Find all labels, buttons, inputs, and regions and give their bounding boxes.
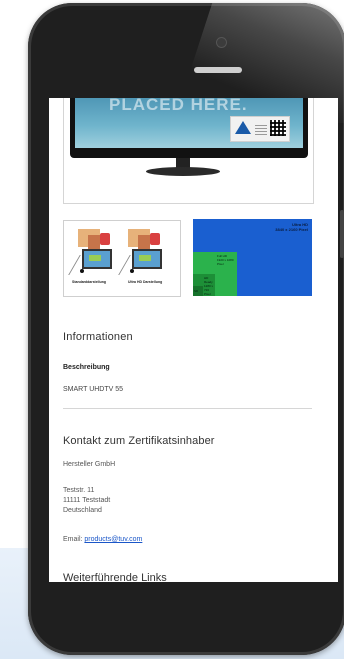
house-icon [138, 235, 150, 249]
thumbnail-resolution-chart[interactable]: Ultra HD 3840 x 2160 Pixel Full HD 1920 … [193, 219, 312, 296]
front-camera [217, 38, 226, 47]
uhd-label: Ultra HD 3840 x 2160 Pixel [275, 222, 308, 232]
email-label: Email: [63, 536, 85, 543]
product-image[interactable]: PLACED HERE. [63, 98, 314, 204]
house-icon [88, 235, 100, 249]
full-hd-label: Full HD 1920 x 1080 Pixel [217, 254, 237, 266]
monitor-stand-base [146, 167, 220, 176]
qr-code-icon [270, 120, 286, 136]
address-city: 11111 Teststadt [63, 497, 111, 504]
badge-lines [255, 123, 267, 135]
sd-block: SD [193, 286, 203, 296]
thumbnail-display-comparison[interactable]: Standarddarstellung Ultra HD Darstellung [63, 220, 181, 297]
section-heading-weiterfuehrende-links: Weiterführende Links [63, 572, 167, 582]
monitor-text: PLACED HERE. [109, 98, 248, 114]
earpiece-speaker [194, 67, 242, 73]
email-link[interactable]: products@tuv.com [84, 536, 142, 543]
monitor-frame: PLACED HERE. [70, 98, 308, 158]
full-hd-line2: 1920 x 1080 Pixel [217, 258, 234, 266]
caption-standard: Standarddarstellung [72, 280, 107, 284]
beschreibung-value: SMART UHDTV 55 [63, 386, 124, 393]
section-heading-kontakt: Kontakt zum Zertifikatsinhaber [63, 435, 215, 447]
phone-side-button [340, 210, 344, 258]
viewer-dot [80, 269, 84, 273]
standard-display-illustration [68, 229, 116, 275]
uhd-display-illustration [118, 229, 166, 275]
address-country: Deutschland [63, 507, 102, 514]
hd-label: HD Ready 1280 x 720 Pixel [204, 276, 215, 296]
viewer-dot [130, 269, 134, 273]
monitor-panel: PLACED HERE. [75, 98, 303, 148]
company-name: Hersteller GmbH [63, 461, 116, 468]
email-row: Email: products@tuv.com [63, 536, 142, 543]
phone-screen: PLACED HERE. Standarddarstellung Ultra H… [49, 98, 338, 582]
section-divider [63, 408, 312, 409]
sd-label: SD [194, 289, 199, 293]
bag-icon [150, 233, 160, 245]
section-heading-informationen: Informationen [63, 331, 133, 343]
hd-line1: HD Ready [204, 276, 213, 284]
beschreibung-label: Beschreibung [63, 364, 110, 371]
tuv-logo-icon [235, 121, 251, 134]
address-street: Teststr. 11 [63, 487, 95, 494]
hd-line2: 1280 x 720 Pixel [204, 284, 214, 296]
bag-icon [100, 233, 110, 245]
caption-uhd: Ultra HD Darstellung [128, 280, 163, 284]
tuv-badge [230, 116, 290, 142]
uhd-label-line2: 3840 x 2160 Pixel [275, 227, 308, 232]
